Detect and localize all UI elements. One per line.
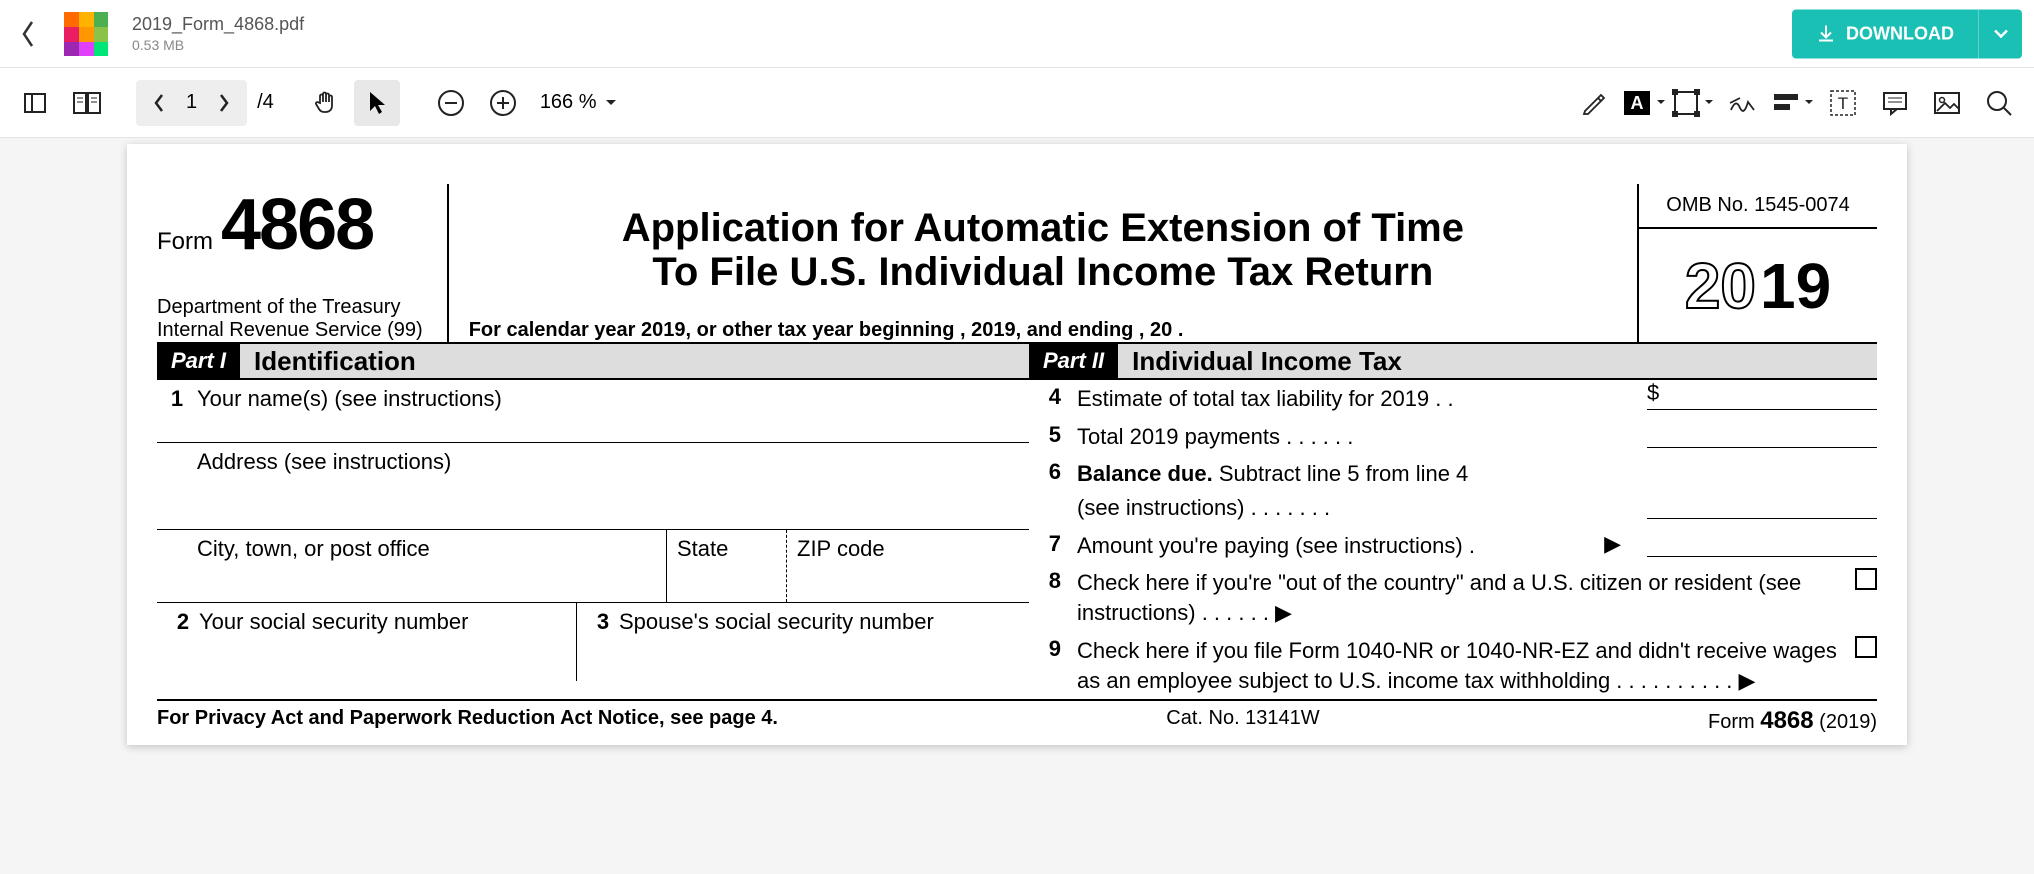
two-page-icon <box>73 91 101 115</box>
tax-year: 2019 <box>1639 229 1877 342</box>
line-7: 7 Amount you're paying (see instructions… <box>1029 527 1877 565</box>
view-mode-button[interactable] <box>64 80 110 126</box>
field-spouse-ssn[interactable]: 3 Spouse's social security number <box>577 603 1029 681</box>
file-name: 2019_Form_4868.pdf <box>132 14 304 35</box>
text-box-icon: A <box>1622 89 1652 117</box>
sidebar-icon <box>23 91 47 115</box>
caret-down-icon <box>1656 99 1666 106</box>
svg-text:T: T <box>1838 94 1848 113</box>
form-title: Application for Automatic Extension of T… <box>469 184 1617 315</box>
back-button[interactable] <box>8 0 48 68</box>
dept-line2: Internal Revenue Service (99) <box>157 319 423 342</box>
prev-page-button[interactable] <box>136 80 182 126</box>
part-1: Part I Identification 1 Your name(s) (se… <box>157 344 1029 699</box>
download-label: DOWNLOAD <box>1846 23 1954 44</box>
line-4-amount[interactable]: $ <box>1647 384 1877 410</box>
line-8: 8 Check here if you're "out of the count… <box>1029 564 1877 631</box>
tax-year-line: For calendar year 2019, or other tax yea… <box>469 319 1617 342</box>
field-ssn[interactable]: 2 Your social security number <box>157 603 577 681</box>
part1-badge: Part I <box>157 344 240 378</box>
text-insert-icon: T <box>1829 89 1857 117</box>
next-page-button[interactable] <box>201 80 247 126</box>
redact-icon <box>1772 92 1800 114</box>
zoom-dropdown[interactable]: 166 % <box>532 91 617 114</box>
app-logo <box>64 12 108 56</box>
form-word: Form <box>157 228 213 256</box>
chevron-right-icon <box>217 92 231 114</box>
text-tool-button[interactable]: T <box>1820 80 1866 126</box>
svg-text:A: A <box>1631 93 1644 113</box>
rectangle-icon <box>1672 89 1700 117</box>
draw-tool-button[interactable] <box>1570 80 1616 126</box>
line-5: 5 Total 2019 payments . . . . . . <box>1029 418 1877 456</box>
page-total: /4 <box>257 91 274 114</box>
download-dropdown[interactable] <box>1978 9 2022 58</box>
line-6b: (see instructions) . . . . . . . <box>1029 489 1877 527</box>
line-6-amount[interactable] <box>1647 493 1877 519</box>
caret-down-icon <box>1804 99 1814 106</box>
caret-down-icon <box>1704 99 1714 106</box>
redact-tool-button[interactable] <box>1772 92 1814 114</box>
field-address[interactable]: Address (see instructions) <box>157 443 1029 530</box>
cursor-icon <box>365 89 389 117</box>
download-button[interactable]: DOWNLOAD <box>1792 9 1978 58</box>
line-9-checkbox[interactable] <box>1855 636 1877 658</box>
pen-icon <box>1580 90 1606 116</box>
part2-title: Individual Income Tax <box>1132 346 1402 377</box>
chevron-left-icon <box>20 20 36 48</box>
line-6: 6 Balance due. Subtract line 5 from line… <box>1029 455 1877 489</box>
line-8-checkbox[interactable] <box>1855 568 1877 590</box>
pan-tool-button[interactable] <box>302 80 348 126</box>
zoom-in-button[interactable] <box>480 80 526 126</box>
toolbar: 1 /4 166 % A <box>0 68 2034 138</box>
omb-number: OMB No. 1545-0074 <box>1639 184 1877 229</box>
line-5-amount[interactable] <box>1647 422 1877 448</box>
field-city-state-zip[interactable]: City, town, or post office State ZIP cod… <box>157 530 1029 603</box>
signature-tool-button[interactable] <box>1720 80 1766 126</box>
part-2: Part II Individual Income Tax 4 Estimate… <box>1029 344 1877 699</box>
line-4: 4 Estimate of total tax liability for 20… <box>1029 380 1877 418</box>
field-ssn-row: 2 Your social security number 3 Spouse's… <box>157 603 1029 681</box>
line-9: 9 Check here if you file Form 1040-NR or… <box>1029 632 1877 699</box>
dept-line1: Department of the Treasury <box>157 296 423 319</box>
download-icon <box>1816 24 1836 44</box>
chevron-left-icon <box>152 92 166 114</box>
select-tool-button[interactable] <box>354 80 400 126</box>
search-button[interactable] <box>1976 80 2022 126</box>
comment-tool-button[interactable] <box>1872 80 1918 126</box>
chevron-down-icon <box>1993 29 2009 39</box>
form-footer: For Privacy Act and Paperwork Reduction … <box>157 699 1877 735</box>
zoom-value: 166 % <box>540 91 597 114</box>
signature-icon <box>1728 90 1758 116</box>
app-header: 2019_Form_4868.pdf 0.53 MB DOWNLOAD <box>0 0 2034 68</box>
zoom-out-button[interactable] <box>428 80 474 126</box>
pdf-viewport[interactable]: Form 4868 Department of the Treasury Int… <box>0 138 2034 874</box>
part1-title: Identification <box>254 346 416 377</box>
image-tool-button[interactable] <box>1924 80 1970 126</box>
comment-icon <box>1881 90 1909 116</box>
file-info: 2019_Form_4868.pdf 0.53 MB <box>132 14 304 53</box>
line-7-amount[interactable] <box>1647 531 1877 557</box>
zoom-out-icon <box>437 89 465 117</box>
page-number[interactable]: 1 <box>182 91 201 114</box>
text-highlight-button[interactable]: A <box>1622 89 1666 117</box>
form-number: 4868 <box>221 184 373 266</box>
hand-icon <box>312 90 338 116</box>
zoom-in-icon <box>489 89 517 117</box>
file-size: 0.53 MB <box>132 37 304 53</box>
field-name[interactable]: 1 Your name(s) (see instructions) <box>157 380 1029 443</box>
sidebar-toggle-button[interactable] <box>12 80 58 126</box>
pdf-page: Form 4868 Department of the Treasury Int… <box>127 144 1907 745</box>
search-icon <box>1985 89 2013 117</box>
image-icon <box>1933 91 1961 115</box>
shape-tool-button[interactable] <box>1672 89 1714 117</box>
caret-down-icon <box>605 99 617 107</box>
arrow-icon: ▶ <box>1604 531 1621 557</box>
page-nav: 1 <box>136 80 247 126</box>
part2-badge: Part II <box>1029 344 1118 378</box>
form-header: Form 4868 Department of the Treasury Int… <box>157 184 1877 344</box>
